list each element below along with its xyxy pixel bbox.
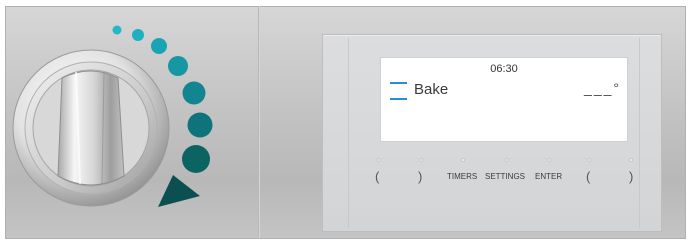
led-indicator: [547, 158, 551, 162]
left-increase-button[interactable]: ): [418, 169, 422, 184]
level-dot-2: [132, 29, 144, 41]
led-indicator: [505, 158, 509, 162]
level-dot-4: [168, 56, 188, 76]
mode-indicator-top: [390, 82, 407, 84]
left-decrease-button[interactable]: (: [375, 169, 379, 184]
right-decrease-button[interactable]: (: [586, 169, 590, 184]
led-indicator: [461, 158, 465, 162]
level-dot-3: [151, 38, 167, 54]
settings-button[interactable]: SETTINGS: [485, 172, 525, 181]
button-row: ( ) TIMERS SETTINGS ENTER ( ): [355, 158, 655, 198]
led-indicator: [377, 158, 381, 162]
knob-area: [0, 0, 260, 244]
mode-indicator-bottom: [390, 98, 407, 100]
temperature-readout: ___°: [584, 80, 621, 96]
led-indicator: [419, 158, 423, 162]
triangle-pointer-icon: [158, 175, 200, 207]
led-indicator: [629, 158, 633, 162]
level-dot-1: [112, 25, 122, 35]
clock-time: 06:30: [490, 63, 518, 75]
mode-label: Bake: [414, 81, 449, 98]
display-screen: 06:30 Bake ___°: [380, 57, 628, 142]
level-dot-7: [182, 145, 210, 173]
enter-button[interactable]: ENTER: [535, 172, 562, 181]
level-dot-5: [182, 81, 206, 105]
timers-button[interactable]: TIMERS: [447, 172, 477, 181]
led-indicator: [587, 158, 591, 162]
rotary-knob-graphic: [12, 25, 213, 207]
right-increase-button[interactable]: ): [629, 169, 633, 184]
rotary-knob[interactable]: [12, 49, 170, 207]
level-dot-6: [187, 112, 213, 138]
